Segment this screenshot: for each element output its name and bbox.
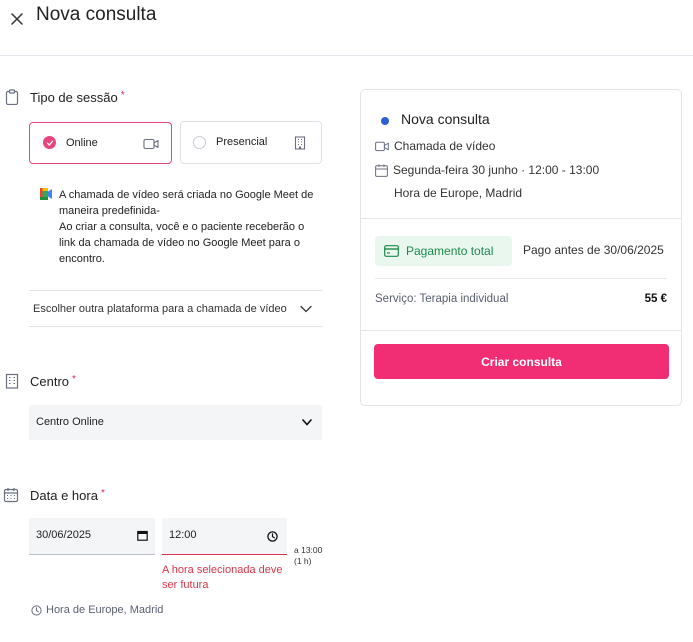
- video-platform-select[interactable]: Escolher outra plataforma para a chamada…: [29, 290, 322, 327]
- page-title: Nova consulta: [36, 4, 157, 25]
- service-label: Serviço: Terapia individual: [375, 293, 509, 305]
- time-error-message: A hora selecionada deve ser futura: [162, 564, 283, 591]
- date-input[interactable]: 30/06/2025: [29, 518, 155, 555]
- chevron-down-icon: [302, 419, 312, 426]
- calendar-icon: [3, 488, 19, 503]
- clock-icon[interactable]: [267, 531, 278, 542]
- summary-title: Nova consulta: [401, 111, 490, 127]
- payment-badge: Pagamento total: [375, 236, 512, 266]
- calendar-picker-icon[interactable]: [137, 530, 148, 541]
- session-option-presencial[interactable]: Presencial: [180, 121, 322, 164]
- status-dot: [381, 117, 389, 125]
- clipboard-icon: [5, 89, 19, 105]
- required-mark: *: [100, 488, 105, 499]
- timezone-note: Hora de Europe, Madrid: [31, 604, 163, 616]
- credit-card-icon: [384, 245, 399, 257]
- datetime-label: Data e hora *: [30, 488, 105, 503]
- video-camera-icon: [375, 141, 389, 151]
- summary-divider: [361, 218, 681, 219]
- session-type-label: Tipo de sessão *: [30, 90, 125, 105]
- summary-panel: Nova consulta Chamada de vídeo Segunda-f…: [360, 89, 682, 406]
- presencial-label: Presencial: [216, 136, 268, 148]
- building-icon: [294, 136, 306, 150]
- centro-select[interactable]: Centro Online: [29, 405, 322, 440]
- clock-icon: [31, 604, 42, 616]
- summary-datetime: Segunda-feira 30 junho · 12:00 - 13:00: [375, 163, 599, 177]
- required-mark: *: [120, 90, 125, 101]
- summary-timezone: Hora de Europe, Madrid: [394, 186, 523, 200]
- required-mark: *: [72, 374, 76, 385]
- header-divider: [0, 55, 693, 56]
- payment-due-text: Pago antes de 30/06/2025: [523, 243, 664, 257]
- create-consultation-button[interactable]: Criar consulta: [374, 344, 669, 379]
- calendar-icon: [375, 163, 388, 177]
- summary-call-type: Chamada de vídeo: [375, 139, 495, 153]
- online-label: Online: [66, 137, 98, 149]
- building-icon: [5, 373, 19, 389]
- service-price: 55 €: [644, 293, 667, 305]
- time-input[interactable]: 12:00: [162, 518, 287, 555]
- centro-label: Centro *: [30, 374, 76, 389]
- close-button[interactable]: [8, 10, 26, 28]
- meet-info-text: A chamada de vídeo será criada no Google…: [59, 189, 314, 265]
- radio-unselected[interactable]: [193, 136, 206, 149]
- video-camera-icon: [143, 138, 159, 150]
- chevron-down-icon: [300, 305, 312, 313]
- session-option-online[interactable]: Online: [29, 122, 172, 164]
- google-meet-icon: [40, 188, 52, 200]
- close-icon: [11, 13, 23, 25]
- payment-divider: [375, 278, 667, 279]
- end-time-text: a 13:00 (1 h): [294, 545, 323, 566]
- summary-divider: [361, 330, 681, 331]
- radio-selected[interactable]: [43, 136, 56, 149]
- check-icon: [46, 140, 53, 146]
